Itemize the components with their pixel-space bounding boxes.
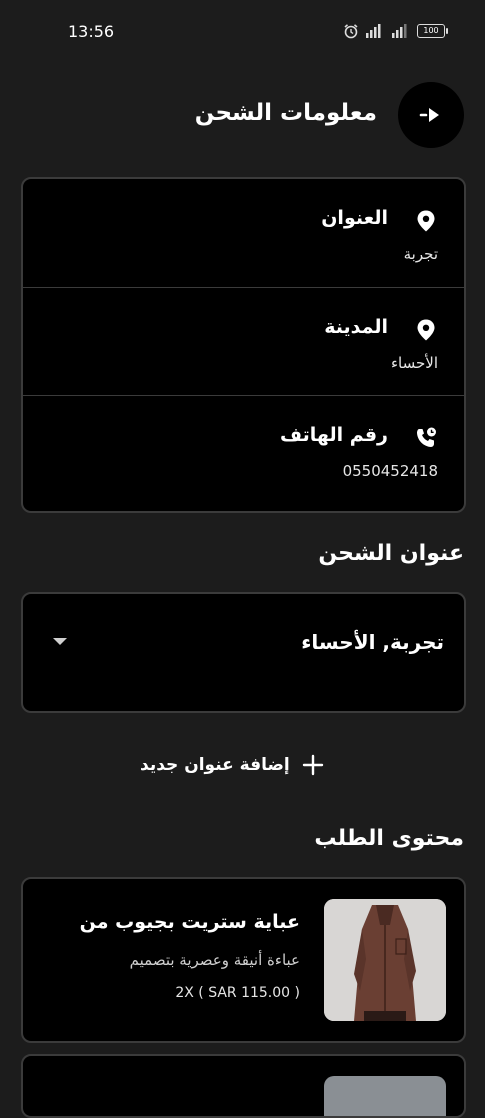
- address-select[interactable]: تجربة, الأحساء: [21, 592, 466, 713]
- product-image: [324, 1076, 446, 1116]
- add-address-button[interactable]: إضافة عنوان جديد: [140, 750, 324, 780]
- city-row: المدينة الأحساء: [23, 287, 464, 396]
- city-label: المدينة: [324, 316, 388, 338]
- back-arrow-icon: [419, 108, 439, 122]
- add-address-label: إضافة عنوان جديد: [140, 755, 290, 775]
- status-bar: 13:56 100: [0, 0, 485, 64]
- address-row: العنوان تجربة: [23, 179, 464, 287]
- product-image: [324, 899, 446, 1021]
- status-time: 13:56: [68, 22, 115, 41]
- signal-4g-icon: [366, 24, 381, 38]
- signal-icon: [392, 24, 407, 38]
- plus-icon: [302, 754, 323, 776]
- product-title: عباية ستريت بجيوب من: [79, 911, 300, 933]
- product-quantity-price: 2X ( SAR 115.00 ): [175, 985, 300, 1001]
- order-item-card[interactable]: عباية ستريت بجيوب من عباءة أنيقة وعصرية …: [21, 877, 466, 1043]
- phone-value: 0550452418: [342, 462, 438, 480]
- shipping-info-card: العنوان تجربة المدينة الأحساء رقم الهاتف…: [21, 177, 466, 513]
- alarm-icon: [344, 24, 358, 39]
- order-contents-title: محتوى الطلب: [314, 826, 464, 851]
- status-icons: 100: [343, 23, 448, 39]
- back-button[interactable]: [398, 82, 464, 148]
- phone-label: رقم الهاتف: [280, 424, 388, 446]
- location-pin-icon: [417, 319, 435, 341]
- battery-icon: 100: [417, 24, 448, 38]
- address-select-value: تجربة, الأحساء: [301, 630, 444, 654]
- address-label: العنوان: [321, 207, 388, 229]
- location-pin-icon: [417, 210, 435, 232]
- shipping-address-title: عنوان الشحن: [318, 541, 464, 566]
- city-value: الأحساء: [391, 354, 438, 372]
- product-description: عباءة أنيقة وعصرية بتصميم: [129, 951, 300, 969]
- order-item-card[interactable]: [21, 1054, 466, 1118]
- abaya-image: [324, 899, 446, 1021]
- phone-row: رقم الهاتف 0550452418: [23, 395, 464, 504]
- address-value: تجربة: [403, 245, 438, 263]
- phone-icon: [417, 427, 436, 447]
- page-title: معلومات الشحن: [194, 100, 377, 126]
- chevron-down-icon: [53, 638, 67, 645]
